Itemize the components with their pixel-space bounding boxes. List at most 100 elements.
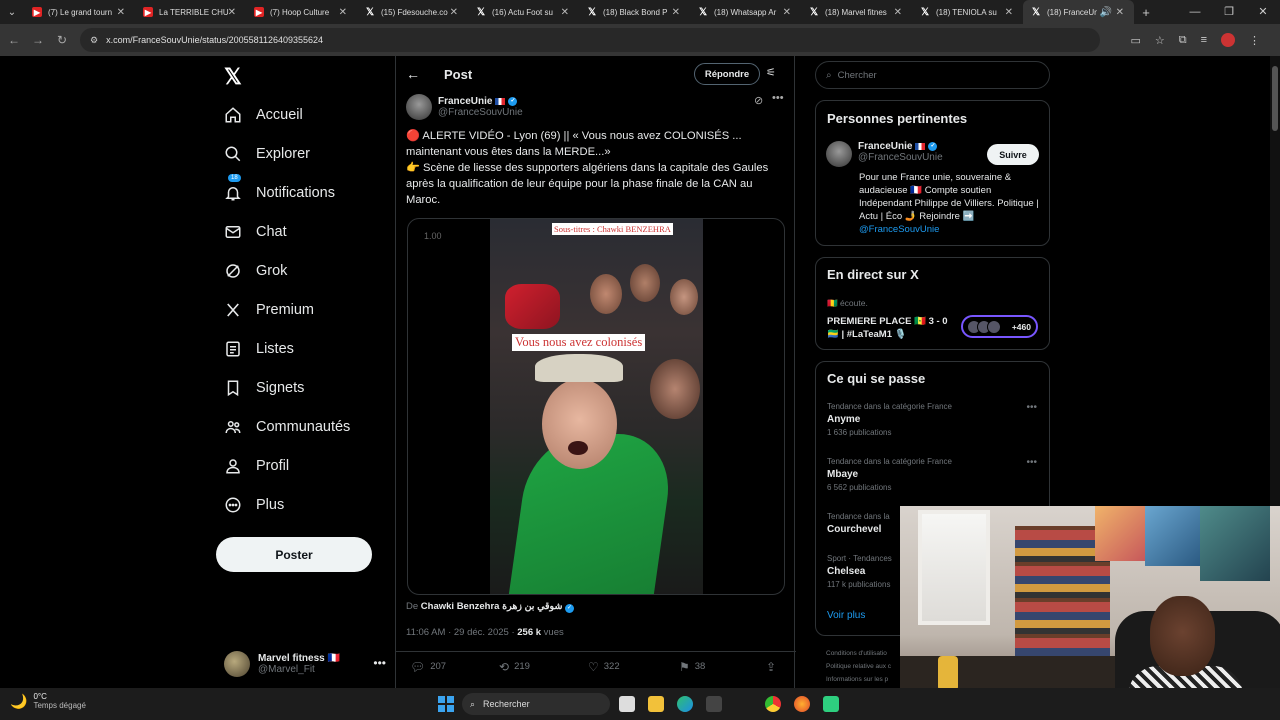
close-icon[interactable]: ✕ — [117, 7, 125, 18]
task-view-icon[interactable] — [619, 696, 635, 712]
close-icon[interactable]: ✕ — [894, 7, 902, 18]
scrollbar-thumb[interactable] — [1272, 66, 1278, 131]
more-icon[interactable]: ••• — [1026, 457, 1037, 468]
see-more-link[interactable]: Voir plus — [827, 610, 865, 621]
tab-search-icon[interactable]: ⌄ — [0, 0, 24, 24]
browser-tab[interactable]: 𝕏 (18) Whatsapp Ar ✕ — [690, 0, 801, 24]
mail-icon — [225, 226, 241, 238]
nav-item-notifications[interactable]: 18 Notifications — [224, 174, 384, 208]
windows-start-icon[interactable] — [438, 696, 454, 712]
listeners-pill[interactable]: +460 — [961, 315, 1038, 338]
forward-icon[interactable]: → — [26, 33, 50, 47]
chrome-icon[interactable] — [765, 696, 781, 712]
nav-label: Chat — [256, 224, 287, 240]
nav-item-lists[interactable]: Listes — [224, 334, 384, 364]
close-icon[interactable]: ✕ — [339, 7, 347, 18]
reply-button[interactable]: Répondre — [694, 63, 760, 85]
nav-item-explore[interactable]: Explorer — [224, 139, 384, 169]
browser-tab[interactable]: ▶ (7) Hoop Culture ✕ — [246, 0, 357, 24]
close-icon[interactable]: ✕ — [672, 7, 680, 18]
reply-action[interactable]: 💬︎ 207 — [410, 660, 446, 674]
browser-tab-active[interactable]: 𝕏 (18) FranceUn 🔊 ✕ — [1023, 0, 1134, 24]
more-icon[interactable]: ••• — [772, 92, 784, 104]
taskbar-search[interactable]: ⌕ Rechercher — [462, 693, 610, 715]
browser-tab[interactable]: 𝕏 (18) TENIOLA su ✕ — [912, 0, 1023, 24]
nav-item-more[interactable]: Plus — [224, 490, 384, 520]
close-icon[interactable]: ✕ — [1005, 7, 1013, 18]
nav-item-bookmarks[interactable]: Signets — [224, 373, 384, 403]
trend-category: Tendance dans la catégorie France — [827, 402, 952, 411]
store-icon[interactable] — [706, 696, 722, 712]
footer-link[interactable]: Conditions d'utilisatio — [826, 647, 891, 660]
footer-link[interactable]: Politique relative aux c — [826, 660, 891, 673]
close-icon[interactable]: ✕ — [450, 7, 458, 18]
nav-item-grok[interactable]: Grok — [224, 256, 384, 286]
footer-link[interactable]: Informations sur les p — [826, 673, 891, 686]
edge-icon[interactable] — [677, 696, 693, 712]
settings-sliders-icon[interactable]: ⚟ — [766, 66, 776, 79]
bookmark-action[interactable]: ⚑ 38 — [679, 660, 705, 674]
relevant-user[interactable]: FranceUnie ✓ @FranceSouvUnie — [826, 141, 943, 167]
browser-tab[interactable]: 𝕏 (15) Fdesouche.co ✕ — [357, 0, 468, 24]
extensions-icon[interactable]: ⧉ — [1179, 34, 1187, 47]
firefox-icon[interactable] — [794, 696, 810, 712]
cast-icon[interactable]: ▭ — [1130, 34, 1140, 47]
source-account[interactable]: Chawki Benzehra شوقي بن زهرة — [421, 601, 563, 612]
app-icon[interactable] — [823, 696, 839, 712]
youtube-icon: ▶ — [143, 7, 153, 17]
like-action[interactable]: ♡ 322 — [588, 660, 620, 674]
close-icon[interactable]: ✕ — [561, 7, 569, 18]
video-player[interactable]: 1.00 Sous-titres : Chawki BENZEHRA Vous … — [407, 218, 785, 595]
profile-avatar[interactable] — [1221, 33, 1235, 47]
follow-button[interactable]: Suivre — [987, 144, 1039, 165]
star-icon[interactable]: ☆ — [1155, 34, 1165, 47]
nav-item-profile[interactable]: Profil — [224, 451, 384, 481]
playback-speed[interactable]: 1.00 — [424, 231, 442, 241]
maximize-icon[interactable]: ❐ — [1212, 0, 1246, 24]
site-info-icon[interactable]: ⚙ — [90, 35, 98, 46]
weather-widget[interactable]: 🌙 0°C Temps dégagé — [10, 692, 86, 710]
post-author[interactable]: FranceUnie ✓ @FranceSouvUnie — [406, 94, 523, 120]
menu-icon[interactable]: ⋮ — [1249, 34, 1260, 47]
browser-tab[interactable]: ▶ La TERRIBLE CHU ✕ — [135, 0, 246, 24]
reload-icon[interactable]: ↻ — [50, 33, 74, 47]
grok-icon[interactable]: ⊘ — [754, 94, 763, 107]
x-logo-icon[interactable]: 𝕏 — [224, 64, 242, 90]
nav-item-home[interactable]: Accueil — [224, 100, 384, 130]
share-action[interactable]: ⇪ — [766, 660, 781, 674]
repost-action[interactable]: ⟲ 219 — [499, 660, 530, 674]
user-bio: Pour une France unie, souveraine & audac… — [859, 171, 1039, 236]
space-title[interactable]: PREMIERE PLACE 🇸🇳 3 - 0 🇬🇦 | #LaTeaM1 🎙️ — [827, 315, 957, 341]
nav-item-premium[interactable]: Premium — [224, 295, 384, 325]
browser-tab[interactable]: ▶ (7) Le grand tourn ✕ — [24, 0, 135, 24]
left-navigation: 𝕏 Accueil Explorer 18 Notifications Chat… — [216, 56, 396, 688]
more-icon[interactable]: ••• — [1026, 402, 1037, 413]
close-window-icon[interactable]: ✕ — [1246, 0, 1280, 24]
url-field[interactable]: ⚙ x.com/FranceSouvUnie/status/2005581126… — [80, 28, 1100, 52]
video-frame[interactable]: Sous-titres : Chawki BENZEHRA Vous nous … — [490, 219, 703, 594]
nav-item-communities[interactable]: Communautés — [224, 412, 384, 442]
close-icon[interactable]: ✕ — [228, 7, 236, 18]
back-icon[interactable]: ← — [2, 33, 26, 47]
more-icon[interactable]: ••• — [373, 656, 386, 670]
trend-item[interactable]: Tendance dans la catégorie France Anyme … — [827, 402, 1037, 437]
trend-item[interactable]: Tendance dans la catégorie France Mbaye … — [827, 457, 1037, 492]
bio-link[interactable]: @FranceSouvUnie — [859, 224, 939, 235]
browser-tab[interactable]: 𝕏 (18) Marvel fitnes ✕ — [801, 0, 912, 24]
post-button[interactable]: Poster — [216, 537, 372, 572]
nav-item-chat[interactable]: Chat — [224, 217, 384, 247]
account-switcher[interactable]: Marvel fitness 🇫🇷 @Marvel_Fit ••• — [224, 644, 394, 684]
taskbar: 🌙 0°C Temps dégagé ⌕ Rechercher — [0, 688, 1280, 720]
close-icon[interactable]: ✕ — [1116, 7, 1124, 18]
browser-tab[interactable]: 𝕏 (18) Black Bond P ✕ — [579, 0, 690, 24]
post-time[interactable]: 11:06 AM · 29 déc. 2025 · — [406, 627, 517, 638]
close-icon[interactable]: ✕ — [783, 7, 791, 18]
speaker-icon[interactable]: 🔊 — [1100, 7, 1112, 18]
search-input[interactable]: ⌕ Chercher — [815, 61, 1050, 89]
file-explorer-icon[interactable] — [648, 696, 664, 712]
back-arrow-icon[interactable]: ← — [406, 66, 420, 82]
minimize-icon[interactable]: — — [1178, 0, 1212, 24]
new-tab-button[interactable]: + — [1134, 5, 1158, 20]
media-icon[interactable]: ≡ — [1201, 34, 1207, 46]
browser-tab[interactable]: 𝕏 (16) Actu Foot su ✕ — [468, 0, 579, 24]
